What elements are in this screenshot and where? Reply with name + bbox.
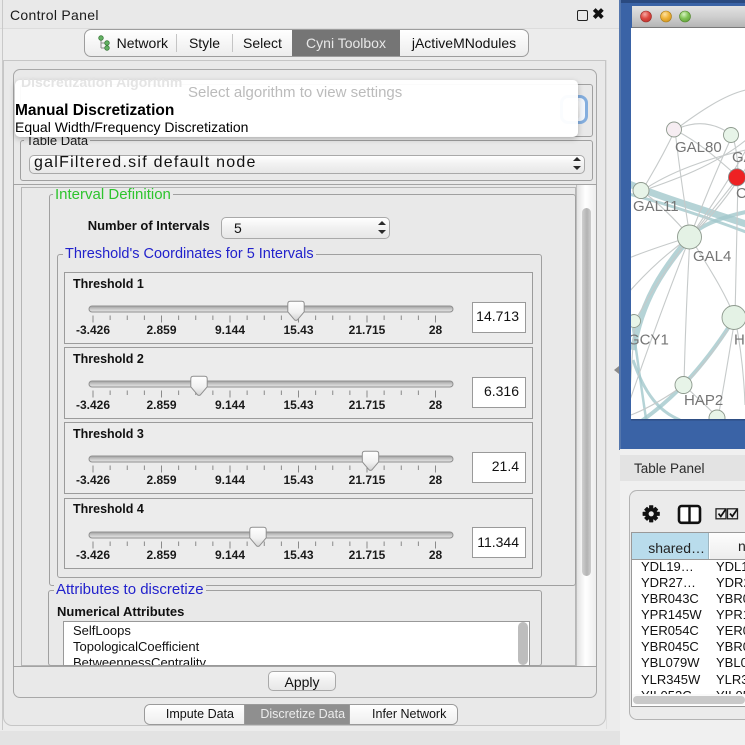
- svg-text:GCY1: GCY1: [628, 332, 669, 349]
- svg-text:HAP2: HAP2: [684, 392, 723, 409]
- svg-text:GA: GA: [732, 149, 745, 166]
- svg-text:GAL11: GAL11: [633, 198, 679, 215]
- svg-text:H: H: [734, 332, 745, 349]
- svg-text:C: C: [736, 185, 745, 202]
- svg-text:GAL80: GAL80: [675, 139, 722, 156]
- svg-text:GAL4: GAL4: [693, 248, 731, 265]
